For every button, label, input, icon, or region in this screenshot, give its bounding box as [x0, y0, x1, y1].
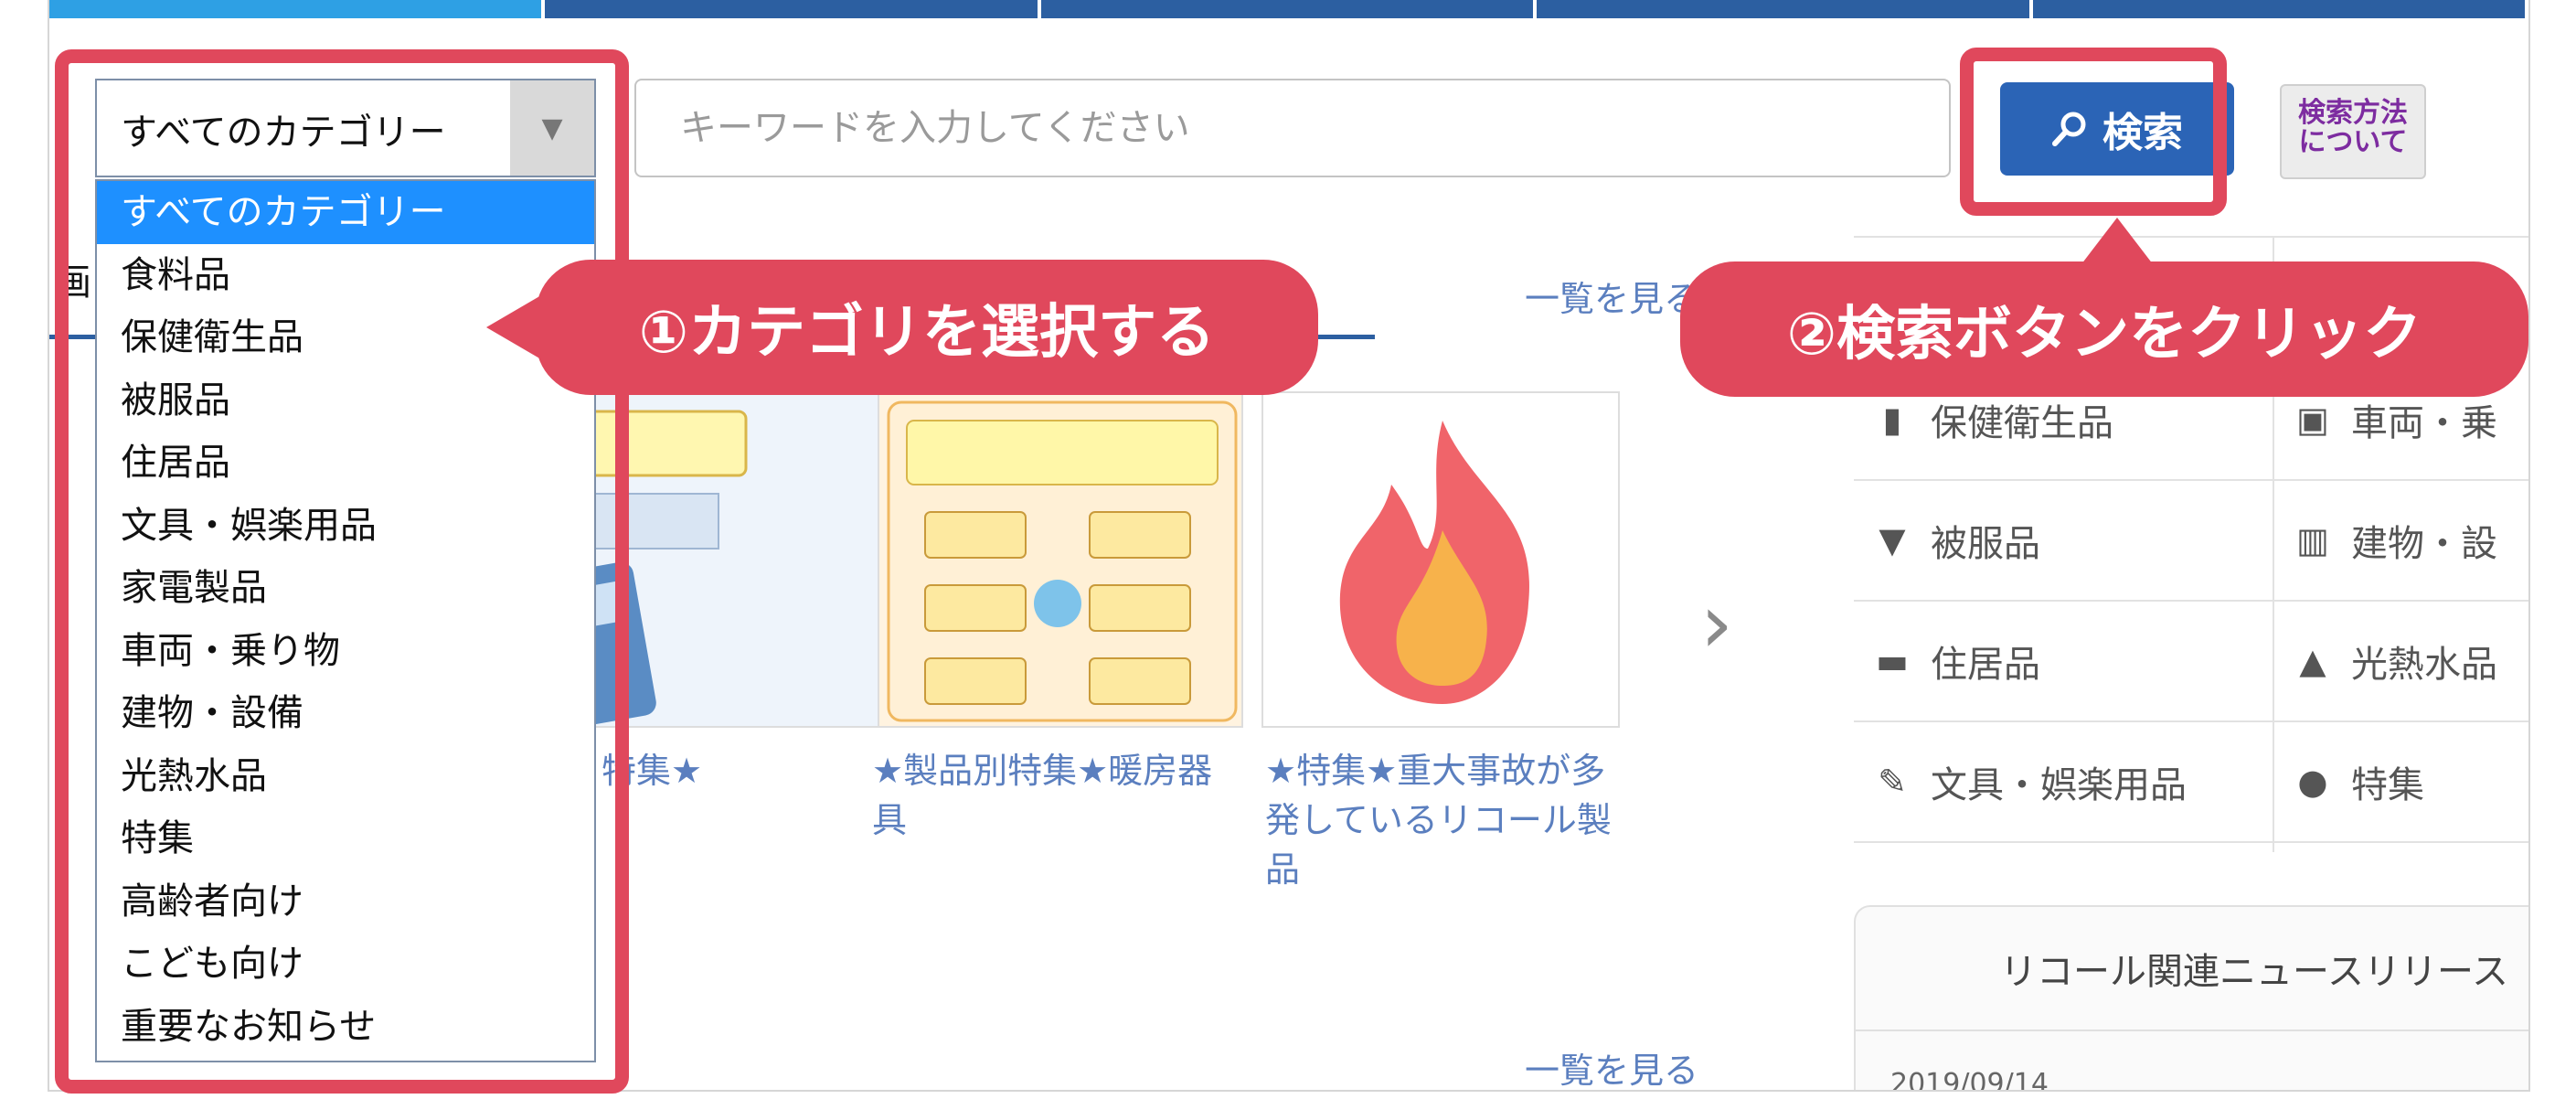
- keyword-search-input[interactable]: キーワードを入力してください: [634, 79, 1951, 177]
- global-nav-bar: [49, 0, 2528, 18]
- category-link-housing[interactable]: ▬ 住居品: [1854, 602, 2273, 722]
- bottle-icon: ▮: [1882, 400, 1902, 440]
- news-panel-title: リコール関連ニュースリリース: [2000, 951, 2508, 993]
- exclamation-icon: ●: [2297, 762, 2328, 802]
- feature-card-title-3[interactable]: ★特集★重大事故が多発しているリコール製品: [1265, 746, 1631, 894]
- category-link-stationery[interactable]: ✎ 文具・娯楽用品: [1854, 722, 2273, 843]
- news-divider: [1854, 1030, 2528, 1031]
- category-label: 住居品: [1931, 644, 2040, 686]
- news-date: 2019/09/14: [1890, 1068, 2049, 1092]
- nav-tab-4[interactable]: [1537, 0, 2033, 18]
- highlight-category-select: [55, 49, 629, 1094]
- category-label: 建物・設: [2351, 523, 2497, 565]
- news-panel: [1854, 905, 2528, 1090]
- shirt-icon: ▼: [1879, 520, 1906, 560]
- carousel-next-icon[interactable]: ›: [1700, 576, 1733, 672]
- feature-card-image-2[interactable]: [878, 391, 1243, 728]
- callout-step-2: ②検索ボタンをクリック: [1680, 261, 2528, 397]
- building-icon: ▥: [2296, 520, 2329, 560]
- category-label: 保健衛生品: [1931, 402, 2113, 444]
- flame-icon: ▲: [2299, 641, 2326, 681]
- nav-tab-3[interactable]: [1040, 0, 1538, 18]
- pencil-icon: ✎: [1878, 762, 1907, 802]
- car-icon: ▣: [2296, 400, 2329, 440]
- category-label: 文具・娯楽用品: [1931, 764, 2187, 806]
- category-link-utilities[interactable]: ▲ 光熱水品: [2274, 602, 2528, 722]
- category-label: 特集: [2351, 764, 2424, 806]
- category-link-special[interactable]: ● 特集: [2274, 722, 2528, 843]
- feature-card-image-3[interactable]: [1261, 391, 1620, 728]
- search-help-label-2: について: [2298, 126, 2408, 158]
- search-help-label-1: 検索方法: [2298, 97, 2408, 129]
- category-label: 被服品: [1931, 523, 2040, 565]
- callout-step-1: ①カテゴリを選択する: [536, 260, 1318, 395]
- see-all-link-2[interactable]: 一覧を見る: [1525, 1042, 1698, 1090]
- category-link-clothing[interactable]: ▼ 被服品: [1854, 481, 2273, 602]
- feature-card-title-2[interactable]: ★製品別特集★暖房器具: [872, 746, 1238, 845]
- nav-tab-1[interactable]: [49, 0, 546, 18]
- category-label: 光熱水品: [2351, 644, 2497, 686]
- category-link-buildings[interactable]: ▥ 建物・設: [2274, 481, 2528, 602]
- nav-tab-5[interactable]: [2032, 0, 2528, 18]
- category-label: 車両・乗: [2351, 402, 2497, 444]
- highlight-search-button: [1960, 48, 2227, 216]
- sofa-icon: ▬: [1876, 641, 1909, 681]
- nav-tab-2[interactable]: [545, 0, 1041, 18]
- see-all-link[interactable]: 一覧を見る: [1525, 271, 1698, 321]
- search-help-button[interactable]: 検索方法 について: [2280, 84, 2426, 179]
